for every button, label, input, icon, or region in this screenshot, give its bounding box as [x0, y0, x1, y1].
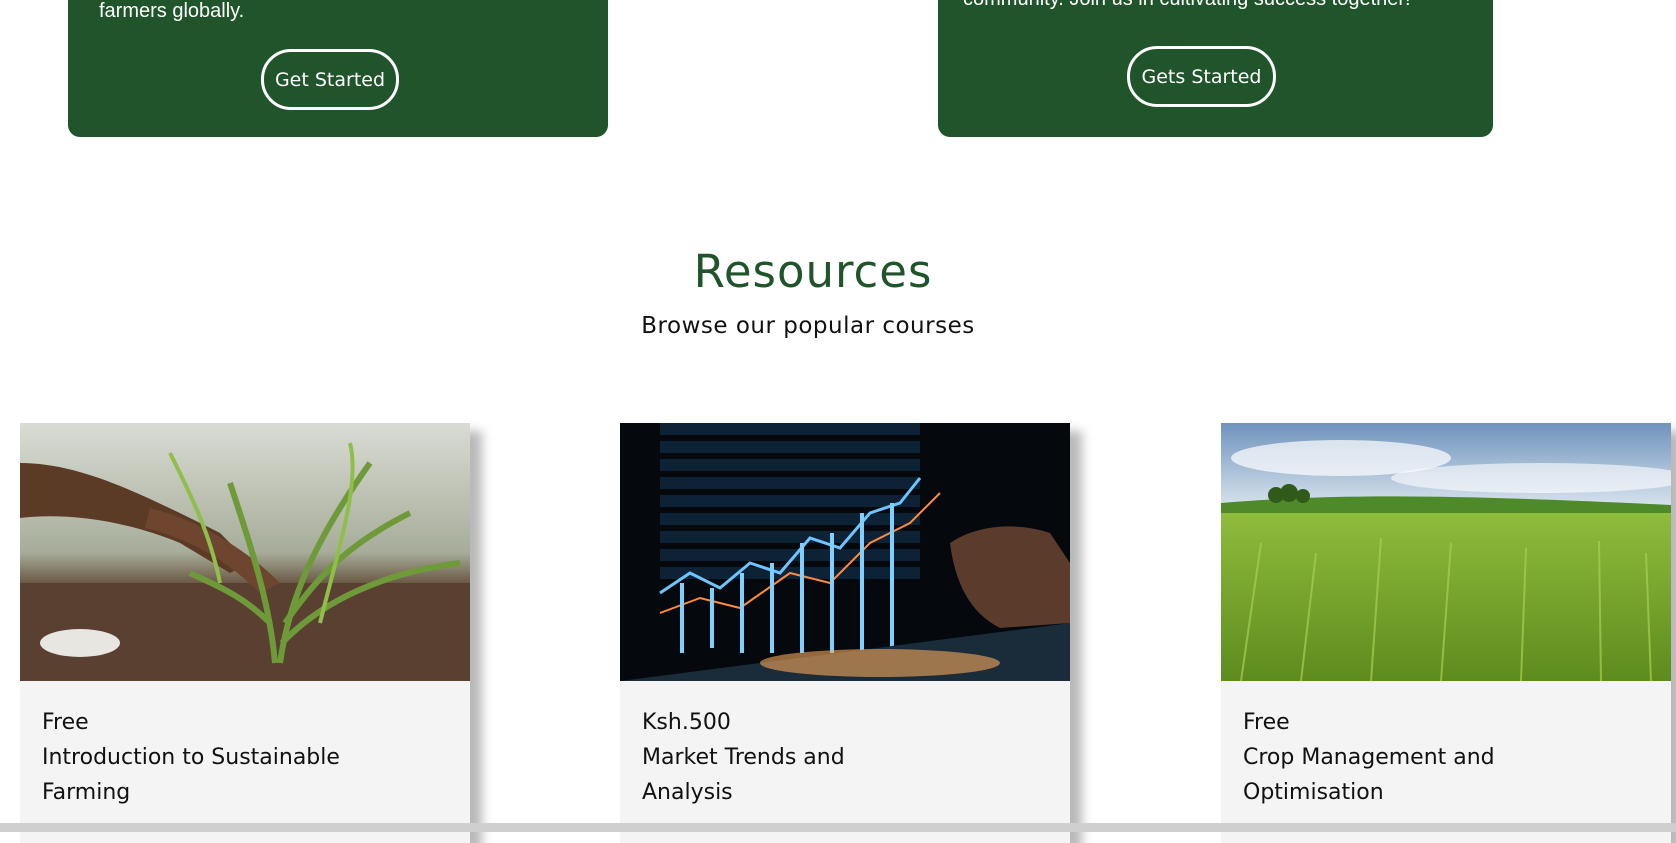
get-started-button[interactable]: Get Started: [261, 49, 399, 110]
course-card-crop-management[interactable]: Free Crop Management and Optimisation: [1221, 423, 1671, 843]
course-price: Ksh.500: [642, 710, 731, 735]
resources-heading: Resources: [693, 245, 933, 298]
course-card-sustainable-farming[interactable]: Free Introduction to Sustainable Farming: [20, 423, 470, 843]
horizontal-scrollbar[interactable]: [0, 823, 1676, 832]
promo-card-right: community. Join us in cultivating succes…: [938, 0, 1493, 137]
resources-subtitle: Browse our popular courses: [641, 313, 975, 339]
promo-text: farmers globally.: [99, 0, 245, 22]
course-image-farming: [20, 423, 470, 681]
promo-card-left: farmers globally. Get Started: [68, 0, 608, 137]
course-card-market-trends[interactable]: Ksh.500 Market Trends and Analysis: [620, 423, 1070, 843]
gets-started-button[interactable]: Gets Started: [1127, 46, 1276, 107]
course-image-field: [1221, 423, 1671, 681]
course-image-market: [620, 423, 1070, 681]
course-title[interactable]: Introduction to Sustainable Farming: [42, 740, 342, 810]
course-price: Free: [1243, 710, 1290, 735]
course-title[interactable]: Market Trends and Analysis: [642, 740, 942, 810]
course-title[interactable]: Crop Management and Optimisation: [1243, 740, 1543, 810]
promo-text: community. Join us in cultivating succes…: [963, 0, 1411, 11]
course-price: Free: [42, 710, 89, 735]
